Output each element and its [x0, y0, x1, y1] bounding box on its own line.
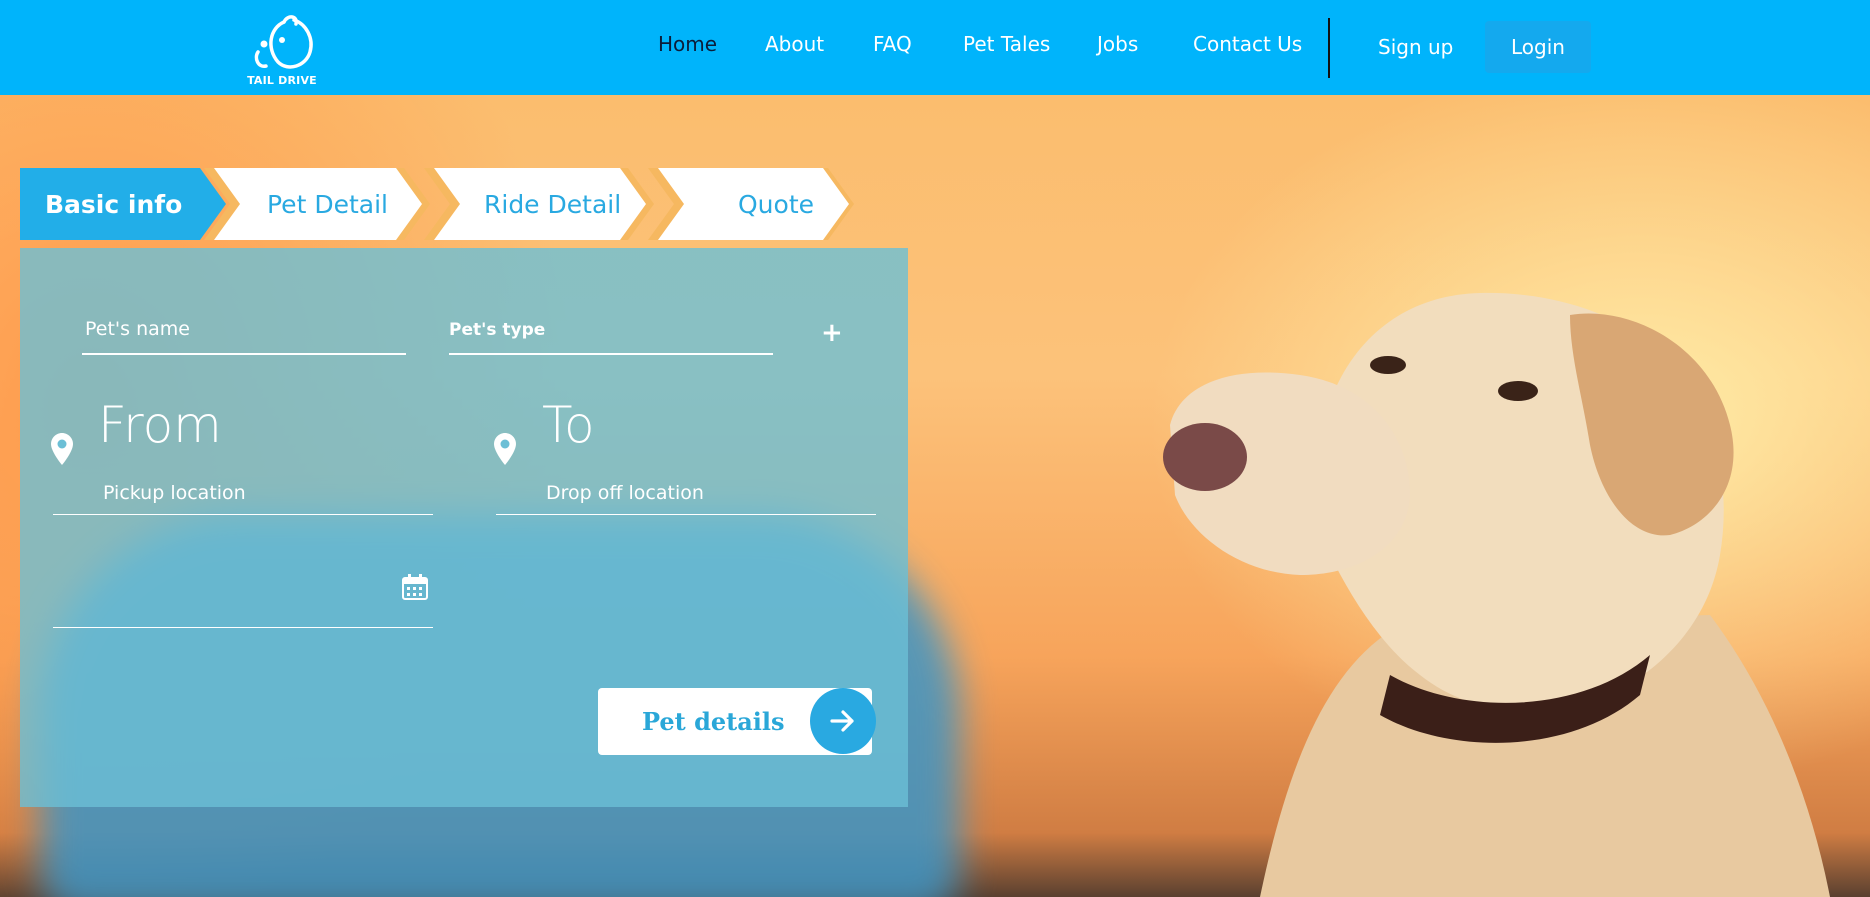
nav-home[interactable]: Home	[658, 32, 717, 56]
step-quote[interactable]: Quote	[648, 168, 858, 240]
booking-form-panel: Pet's name Pet's type + From Pickup loca…	[20, 248, 908, 807]
pet-type-placeholder: Pet's type	[449, 320, 546, 340]
location-pin-icon	[51, 433, 73, 465]
step-label: Ride Detail	[484, 189, 622, 219]
pet-name-placeholder: Pet's name	[85, 318, 190, 340]
nav-faq[interactable]: FAQ	[873, 32, 912, 56]
step-label: Pet Detail	[267, 189, 388, 219]
nav-about[interactable]: About	[765, 32, 824, 56]
nav-contact-us[interactable]: Contact Us	[1193, 32, 1302, 56]
logo-text: TAIL DRIVE	[247, 74, 317, 87]
nav-pet-tales[interactable]: Pet Tales	[963, 32, 1050, 56]
arrow-right-icon[interactable]	[810, 688, 876, 754]
calendar-icon[interactable]	[402, 574, 428, 600]
pickup-placeholder: Pickup location	[103, 482, 246, 504]
tail-drive-logo[interactable]: TAIL DRIVE	[244, 14, 320, 90]
nav-divider	[1328, 18, 1330, 78]
dropoff-placeholder: Drop off location	[546, 482, 704, 504]
to-heading: To	[542, 396, 595, 454]
pickup-underline	[53, 514, 433, 515]
pet-details-button[interactable]: Pet details	[598, 688, 876, 755]
dog-image	[1163, 292, 1830, 897]
nav-jobs[interactable]: Jobs	[1097, 32, 1138, 56]
step-pet-detail[interactable]: Pet Detail	[204, 168, 430, 240]
add-pet-button[interactable]: +	[821, 318, 843, 348]
pet-name-underline	[82, 353, 406, 355]
dropoff-underline	[496, 514, 876, 515]
location-pin-icon	[494, 433, 516, 465]
pet-details-label: Pet details	[642, 707, 785, 736]
step-label: Basic info	[45, 189, 183, 219]
top-nav-bar: TAIL DRIVE Home About FAQ Pet Tales Jobs…	[0, 0, 1870, 95]
login-button[interactable]: Login	[1485, 21, 1591, 73]
date-underline	[53, 627, 433, 628]
pet-type-underline	[449, 353, 773, 355]
from-heading: From	[98, 396, 222, 454]
step-label: Quote	[738, 189, 815, 219]
signup-link[interactable]: Sign up	[1378, 35, 1453, 59]
step-basic-info[interactable]: Basic info	[20, 168, 230, 240]
step-ride-detail[interactable]: Ride Detail	[424, 168, 654, 240]
